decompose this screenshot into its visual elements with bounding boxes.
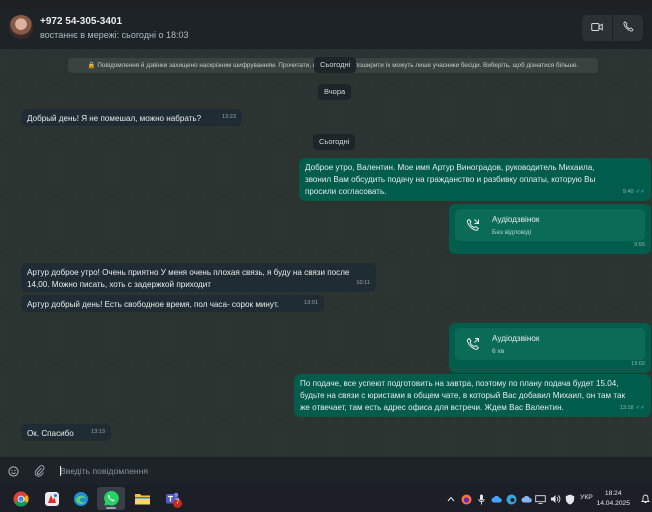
video-call-button[interactable] — [582, 15, 612, 41]
show-hidden-icons-button[interactable] — [446, 492, 456, 506]
message-outgoing[interactable]: Доброе утро, Валентин. Мое имя Артур Вин… — [299, 158, 651, 201]
message-time: 13:18 — [619, 405, 634, 411]
photos-icon — [45, 491, 59, 506]
message-time: 13:02 — [631, 361, 645, 367]
bell-icon — [640, 494, 650, 503]
call-duration: 6 хв — [492, 348, 505, 355]
security-tray-icon[interactable] — [564, 492, 576, 506]
phone-icon — [622, 19, 634, 37]
onedrive-tray-icon[interactable] — [520, 492, 532, 506]
firefox-tray-icon[interactable] — [460, 492, 472, 506]
emoji-icon — [7, 465, 19, 477]
call-title: Аудіодзвінок — [492, 334, 540, 343]
cloud-tray-icon[interactable] — [490, 492, 502, 506]
message-text: Артур добрый день! Есть свободное время,… — [27, 300, 279, 309]
attach-button[interactable] — [32, 464, 46, 478]
date-separator: Сьогодні — [314, 57, 357, 73]
message-incoming[interactable]: Добрый день! Я не помешал, можно набрать… — [21, 109, 242, 126]
notification-center-button[interactable] — [640, 492, 650, 506]
paperclip-icon — [34, 465, 44, 477]
message-text: Артур доброе утро! Очень приятно У меня … — [27, 268, 350, 289]
system-clock[interactable]: 18:24 14.04.2025 — [597, 489, 630, 509]
call-card[interactable]: Аудіодзвінок Без відповіді — [455, 209, 645, 241]
taskbar-app-chrome[interactable] — [7, 487, 35, 510]
message-time: 9:55 — [634, 242, 645, 248]
text-caret — [60, 466, 61, 476]
microphone-tray-icon[interactable] — [476, 492, 486, 506]
taskbar-app-photos[interactable] — [38, 487, 66, 510]
chat-history[interactable]: 🔒 Повідомлення й дзвінки захищено наскрі… — [0, 49, 652, 457]
chrome-icon — [13, 491, 29, 507]
window-top-strip — [0, 0, 652, 9]
taskbar-app-file-explorer[interactable] — [128, 487, 156, 510]
message-incoming[interactable]: Артур добрый день! Есть свободное время,… — [21, 295, 324, 312]
edge-icon — [74, 491, 88, 506]
header-actions — [582, 15, 643, 41]
call-status: Без відповіді — [492, 229, 532, 236]
file-explorer-icon — [134, 494, 150, 505]
taskbar-app-whatsapp[interactable] — [97, 487, 125, 510]
contact-status: востаннє в мережі: сьогодні о 18:03 — [40, 30, 189, 40]
emoji-button[interactable] — [6, 464, 20, 478]
notification-badge: 7 — [173, 499, 182, 508]
message-time: 9:40 — [622, 189, 634, 195]
edge-tray-icon[interactable] — [505, 492, 517, 506]
message-time: 13:01 — [304, 300, 318, 306]
call-card[interactable]: Аудіодзвінок 6 хв — [455, 328, 645, 360]
chevron-up-icon — [447, 496, 455, 502]
call-message[interactable]: Аудіодзвінок Без відповіді 9:55 — [449, 204, 651, 254]
message-outgoing[interactable]: По подаче, все успеют подготовить на зав… — [294, 374, 651, 417]
contact-name: +972 54-305-3401 — [40, 16, 123, 27]
message-incoming[interactable]: Артур доброе утро! Очень приятно У меня … — [21, 263, 376, 292]
voice-call-button[interactable] — [613, 15, 643, 41]
clock-date: 14.04.2025 — [596, 500, 630, 507]
date-separator: Вчора — [318, 84, 352, 100]
avatar[interactable] — [9, 15, 33, 39]
windows-taskbar: 7 УКР 18:24 14.04.2025 — [0, 485, 652, 512]
message-time: 10:11 — [356, 280, 370, 286]
message-input[interactable] — [60, 463, 620, 479]
read-ticks-icon: ✓✓ — [635, 189, 645, 195]
whatsapp-icon — [103, 491, 119, 506]
call-title: Аудіодзвінок — [492, 215, 540, 224]
chat-header: +972 54-305-3401 востаннє в мережі: сьог… — [0, 9, 652, 49]
message-time: 13:13 — [91, 429, 105, 435]
read-ticks-icon: ✓✓ — [635, 405, 645, 411]
message-text: Доброе утро, Валентин. Мое имя Артур Вин… — [305, 163, 596, 196]
message-text: Добрый день! Я не помешал, можно набрать… — [27, 114, 202, 123]
missed-call-icon — [462, 214, 484, 236]
clock-time: 18:24 — [604, 490, 622, 497]
call-message[interactable]: Аудіодзвінок 6 хв 13:02 — [449, 323, 651, 373]
message-composer — [0, 457, 652, 485]
message-time: 13:23 — [222, 114, 236, 120]
date-separator: Сьогодні — [313, 134, 356, 150]
language-indicator[interactable]: УКР — [580, 494, 593, 501]
volume-tray-icon[interactable] — [549, 492, 561, 506]
taskbar-app-edge[interactable] — [67, 487, 95, 510]
display-tray-icon[interactable] — [534, 492, 546, 506]
active-app-indicator — [106, 507, 116, 509]
outgoing-call-icon — [462, 333, 484, 355]
message-incoming[interactable]: Ок. Спасибо 13:13 — [21, 424, 111, 441]
taskbar-app-teams[interactable]: 7 — [158, 487, 186, 510]
message-text: Ок. Спасибо — [27, 429, 74, 438]
contact-info[interactable]: +972 54-305-3401 востаннє в мережі: сьог… — [40, 15, 189, 41]
video-camera-icon — [591, 19, 603, 37]
message-text: По подаче, все успеют подготовить на зав… — [300, 379, 626, 412]
